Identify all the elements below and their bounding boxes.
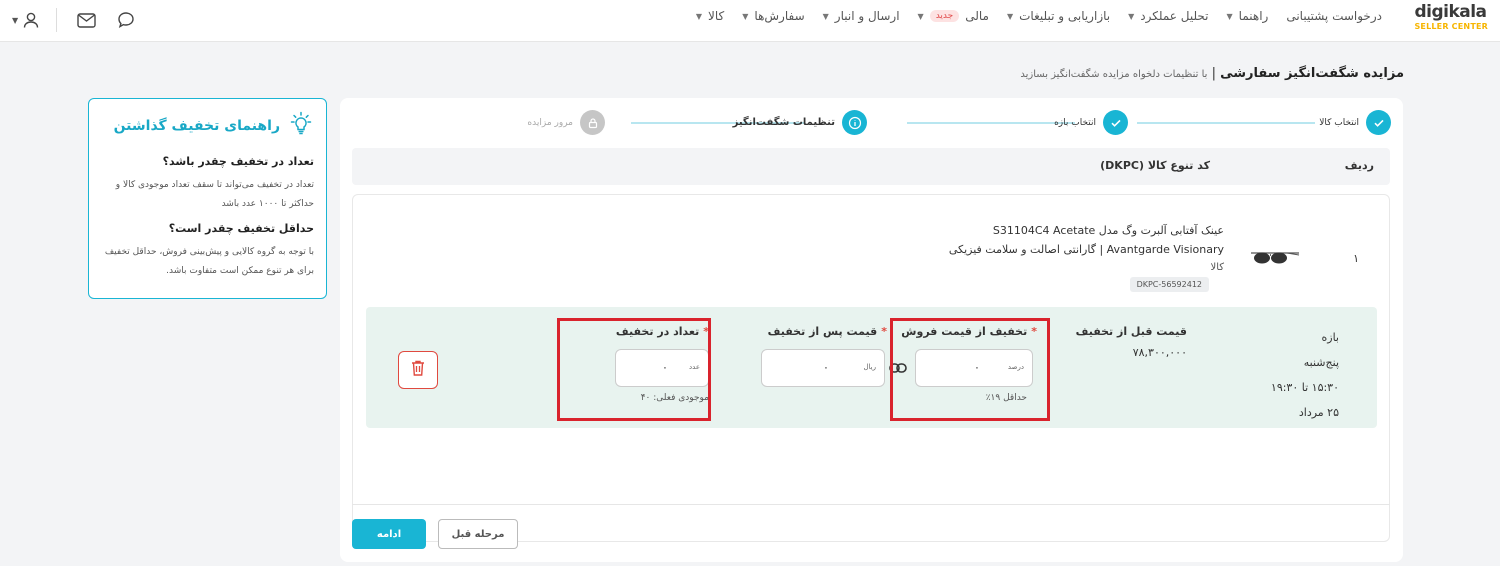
step-label: انتخاب بازه — [1054, 117, 1096, 128]
trash-icon — [410, 359, 426, 381]
nav-item-marketing[interactable]: بازاریابی و تبلیغات ▼ — [1007, 9, 1110, 23]
price-before-value: ۷۸,۳۰۰,۰۰۰ — [1132, 346, 1187, 359]
page-subtitle: با تنظیمات دلخواه مزایده شگفت‌انگیز بساز… — [1020, 69, 1208, 80]
period-label: بازه — [1321, 331, 1340, 344]
table-header: ردیف کد تنوع کالا (DKPC) — [352, 148, 1390, 185]
chevron-down-icon: ▼ — [1128, 11, 1135, 21]
guide-question-1: تعداد در تخفیف چقدر باشد؟ — [162, 155, 314, 168]
previous-step-button[interactable]: مرحله قبل — [438, 519, 518, 549]
row-index: ۱ — [1353, 252, 1359, 265]
nav-item-label: سفارش‌ها — [754, 9, 805, 23]
required-mark: * — [881, 325, 887, 338]
new-badge: جدید — [929, 10, 960, 22]
period-date: ۲۵ مرداد — [1298, 406, 1339, 419]
input-value: ۰ — [823, 361, 829, 374]
discount-guide-card: راهنمای تخفیف گذاشتن تعداد در تخفیف چقدر… — [88, 98, 327, 299]
nav-item-label: بازاریابی و تبلیغات — [1019, 9, 1111, 23]
discount-settings-row: بازه پنج‌شنبه ۱۵:۳۰ تا ۱۹:۳۰ ۲۵ مرداد قی… — [366, 307, 1377, 428]
price-after-input[interactable]: ۰ ریال — [761, 349, 885, 387]
price-after-label: *قیمت پس از تخفیف — [768, 325, 887, 346]
nav-item-support[interactable]: درخواست پشتیبانی — [1286, 9, 1382, 23]
nav-item-product[interactable]: کالا ▼ — [696, 9, 724, 23]
nav-item-shipping[interactable]: ارسال و انبار ▼ — [823, 9, 900, 23]
chevron-down-icon: ▼ — [1226, 11, 1233, 21]
nav-item-analytics[interactable]: تحلیل عملکرد ▼ — [1128, 9, 1208, 23]
nav-item-label: درخواست پشتیبانی — [1286, 9, 1382, 23]
lock-icon — [580, 110, 605, 135]
chevron-down-icon: ▼ — [695, 11, 703, 21]
nav-item-label: کالا — [708, 9, 725, 23]
input-unit: ریال — [863, 363, 876, 371]
price-after-label-text: قیمت پس از تخفیف — [767, 325, 878, 338]
top-navbar: digikala SELLER CENTER کالا ▼ سفارش‌ها ▼… — [0, 0, 1500, 42]
step-amazing-settings[interactable]: تنظیمات شگفت‌انگیز — [733, 110, 867, 135]
check-icon — [1366, 110, 1391, 135]
column-header-row: ردیف — [1344, 159, 1374, 172]
step-select-period[interactable]: انتخاب بازه — [1054, 110, 1128, 135]
step-label: تنظیمات شگفت‌انگیز — [732, 117, 835, 128]
chevron-down-icon: ▼ — [822, 11, 829, 21]
chevron-down-icon: ▼ — [1006, 11, 1014, 21]
period-column: بازه پنج‌شنبه ۱۵:۳۰ تا ۱۹:۳۰ ۲۵ مرداد — [1271, 325, 1339, 425]
chevron-down-icon[interactable]: ▼ — [12, 16, 18, 25]
nav-item-label: مالی — [965, 9, 989, 23]
product-name-line-2: Avantgarde Visionary | گارانتی اصالت و س… — [948, 243, 1224, 256]
guide-question-2: حداقل تخفیف چقدر است؟ — [168, 222, 314, 235]
digikala-logo[interactable]: digikala SELLER CENTER — [1414, 2, 1488, 32]
page-title: مزایده شگفت‌انگیز سفارشی | با تنظیمات دل… — [1020, 66, 1404, 81]
dkpc-badge: DKPC-56592412 — [1129, 277, 1209, 292]
progress-stepper: انتخاب کالا انتخاب بازه تنظیمات شگفت‌انگ… — [491, 110, 1391, 136]
period-time: ۱۵:۳۰ تا ۱۹:۳۰ — [1270, 381, 1339, 394]
product-name-line-1: عینک آفتابی آلبرت وگ مدل S31104C4 Acetat… — [992, 224, 1224, 237]
footer-divider — [352, 504, 1390, 505]
table-row: ۱ عینک آفتابی آلبرت وگ مدل S31104C4 Acet… — [352, 194, 1390, 542]
title-separator: | — [1207, 66, 1221, 81]
step-label: انتخاب کالا — [1319, 117, 1359, 128]
product-info: عینک آفتابی آلبرت وگ مدل S31104C4 Acetat… — [804, 221, 1224, 277]
info-icon — [842, 110, 867, 135]
user-icon[interactable] — [20, 9, 42, 31]
nav-item-help[interactable]: راهنما ▼ — [1227, 9, 1269, 23]
guide-answer-1: تعداد در تخفیف می‌تواند تا سقف تعداد موج… — [115, 180, 314, 209]
sunglasses-image — [1249, 249, 1301, 267]
nav-item-label: تحلیل عملکرد — [1140, 9, 1209, 23]
guide-title: راهنمای تخفیف گذاشتن — [113, 118, 280, 134]
period-day: پنج‌شنبه — [1303, 356, 1339, 369]
page-title-text: مزایده شگفت‌انگیز سفارشی — [1220, 66, 1404, 81]
top-icons: ▼ — [12, 8, 155, 32]
nav-item-label: راهنما — [1238, 9, 1269, 23]
divider — [56, 8, 58, 32]
highlight-box-discount — [890, 318, 1050, 421]
product-category: کالا — [1210, 262, 1224, 273]
step-review[interactable]: مرور مزایده — [527, 110, 605, 135]
guide-answer-2: با توجه به گروه کالایی و پیش‌بینی فروش، … — [104, 247, 314, 276]
auction-settings-card: انتخاب کالا انتخاب بازه تنظیمات شگفت‌انگ… — [340, 98, 1403, 562]
chat-icon[interactable] — [115, 9, 137, 31]
step-label: مرور مزایده — [527, 117, 573, 128]
logo-sub: SELLER CENTER — [1414, 22, 1488, 31]
nav-item-label: ارسال و انبار — [834, 9, 900, 23]
price-before-label: قیمت قبل از تخفیف — [1075, 325, 1187, 338]
step-connector — [907, 122, 1075, 124]
continue-button[interactable]: ادامه — [352, 519, 426, 549]
check-icon — [1103, 110, 1128, 135]
delete-button[interactable] — [398, 351, 438, 389]
lightbulb-icon — [288, 111, 314, 141]
column-header-dkpc: کد تنوع کالا (DKPC) — [1100, 159, 1210, 172]
step-connector — [1137, 122, 1315, 124]
guide-header: راهنمای تخفیف گذاشتن — [101, 111, 314, 141]
nav-item-finance[interactable]: مالی جدید ▼ — [918, 9, 989, 23]
step-select-product[interactable]: انتخاب کالا — [1319, 110, 1391, 135]
nav-item-orders[interactable]: سفارش‌ها ▼ — [742, 9, 804, 23]
price-before-column: قیمت قبل از تخفیف ۷۸,۳۰۰,۰۰۰ — [1076, 325, 1187, 360]
main-nav: کالا ▼ سفارش‌ها ▼ ارسال و انبار ▼ مالی ج… — [678, 9, 1382, 23]
logo-word: digikala — [1414, 2, 1487, 22]
chevron-down-icon: ▼ — [742, 11, 749, 21]
highlight-box-qty — [557, 318, 711, 421]
mail-icon[interactable] — [75, 9, 97, 31]
chevron-down-icon: ▼ — [917, 11, 924, 21]
